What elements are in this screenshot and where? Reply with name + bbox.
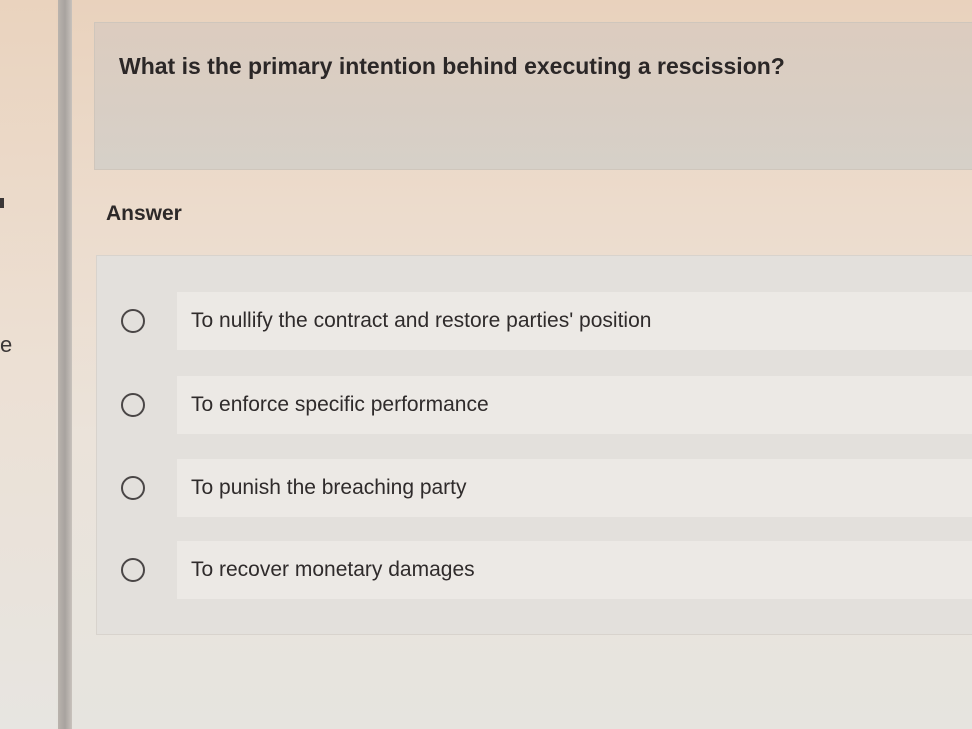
question-box: What is the primary intention behind exe… <box>94 22 972 170</box>
option-label-box-1[interactable]: To nullify the contract and restore part… <box>177 292 972 350</box>
question-text: What is the primary intention behind exe… <box>119 53 785 79</box>
option-label-box-2[interactable]: To enforce specific performance <box>177 376 972 434</box>
gutter-tick <box>0 198 4 208</box>
gutter-partial-text: e <box>0 332 13 357</box>
option-label-4: To recover monetary damages <box>191 558 475 581</box>
answer-option-3[interactable]: To punish the breaching party <box>97 459 972 519</box>
radio-button-4[interactable] <box>121 558 145 582</box>
option-label-2: To enforce specific performance <box>191 393 489 416</box>
answer-option-2[interactable]: To enforce specific performance <box>97 376 972 436</box>
quiz-content: What is the primary intention behind exe… <box>76 0 972 729</box>
radio-button-3[interactable] <box>121 476 145 500</box>
left-gutter: e <box>0 0 56 729</box>
option-label-1: To nullify the contract and restore part… <box>191 309 652 332</box>
radio-button-1[interactable] <box>121 309 145 333</box>
options-panel: To nullify the contract and restore part… <box>96 255 972 635</box>
option-label-3: To punish the breaching party <box>191 476 467 499</box>
option-label-box-4[interactable]: To recover monetary damages <box>177 541 972 599</box>
answer-option-1[interactable]: To nullify the contract and restore part… <box>97 292 972 352</box>
radio-button-2[interactable] <box>121 393 145 417</box>
option-label-box-3[interactable]: To punish the breaching party <box>177 459 972 517</box>
answer-option-4[interactable]: To recover monetary damages <box>97 541 972 601</box>
answer-label: Answer <box>106 202 182 225</box>
vertical-divider <box>58 0 72 729</box>
